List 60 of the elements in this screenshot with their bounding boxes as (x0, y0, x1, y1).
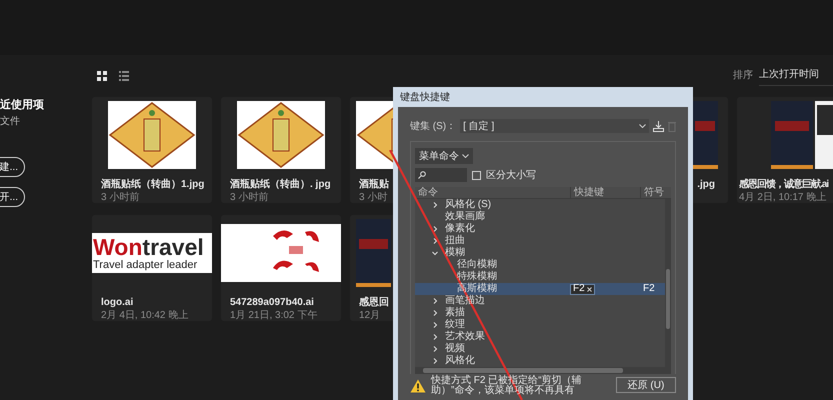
command-row[interactable]: 风格化 (S) (415, 199, 665, 211)
shortcut-field[interactable]: F2 (570, 284, 595, 294)
grid-view-icon[interactable] (97, 71, 107, 81)
poster-thumbnail (356, 219, 391, 287)
chevron-down-icon (462, 154, 469, 158)
vertical-scrollbar[interactable] (665, 199, 671, 367)
list-view-icon[interactable] (119, 71, 129, 81)
file-date: 4月 2日, 10:17 晚上 (739, 191, 826, 203)
sort-label: 排序 (733, 68, 753, 82)
command-row[interactable]: 素描 (415, 307, 665, 319)
warning-icon (410, 379, 426, 393)
command-row[interactable]: 径向模糊 (415, 259, 665, 271)
sidebar-heading: 近使用项 (0, 98, 44, 112)
command-row[interactable]: 风格化 (415, 355, 665, 367)
clear-icon[interactable] (586, 286, 592, 292)
search-icon (418, 171, 426, 179)
file-date: 3 小时前 (230, 191, 268, 203)
file-date: 3 小时 (359, 191, 388, 203)
dialog-title: 键盘快捷键 (399, 90, 451, 104)
search-field[interactable] (415, 168, 467, 182)
keyset-label: 键集 (S)： (410, 120, 456, 134)
sort-dropdown[interactable]: 上次打开时间 (759, 64, 833, 86)
keyset-dropdown[interactable]: [ 自定 ] (460, 119, 649, 133)
undo-button[interactable]: 还原 (U) (616, 377, 676, 393)
file-name: 感恩回馈，诚意巨献.ai (739, 178, 828, 191)
column-header: 快捷键 (570, 187, 640, 198)
download-icon[interactable] (653, 120, 664, 132)
sidebar-subheading: 文件 (0, 115, 20, 129)
command-row[interactable]: 艺术效果 (415, 331, 665, 343)
sidebar-button[interactable]: 开... (0, 187, 25, 207)
command-row[interactable]: 扭曲 (415, 235, 665, 247)
poster-thumbnail (692, 101, 718, 169)
symbol-text: F2 (642, 283, 655, 295)
chevron-right-icon[interactable] (432, 202, 438, 208)
file-date: 2月 4日, 10:42 晚上 (101, 309, 188, 321)
command-row[interactable]: 视频 (415, 343, 665, 355)
file-name: 酒瓶贴纸（转曲）1.jpg (101, 178, 204, 191)
command-row[interactable]: 效果画廊 (415, 211, 665, 223)
file-name: .jpg (697, 178, 715, 191)
command-row[interactable]: 像素化 (415, 223, 665, 235)
chevron-down-icon[interactable] (432, 250, 438, 256)
file-name: 感恩回 (359, 296, 389, 309)
horizontal-scrollbar[interactable] (415, 367, 671, 374)
command-row[interactable]: 纹理 (415, 319, 665, 331)
file-name: 酒瓶贴纸（转曲）. jpg (230, 178, 331, 191)
file-name: 547289a097b40.ai (230, 296, 314, 309)
file-date: 1月 21日, 3:02 下午 (230, 309, 318, 321)
column-header: 命令 (417, 187, 439, 198)
logo-wordmark: Wontravel (93, 234, 205, 258)
checkbox-label: 区分大小写 (486, 168, 536, 182)
mode-dropdown[interactable]: 菜单命令 (415, 148, 473, 164)
file-date: 3 小时前 (101, 191, 140, 203)
command-row[interactable]: 模糊 (415, 247, 665, 259)
logo-tagline: Travel adapter leader (93, 258, 198, 272)
checkbox[interactable] (472, 170, 481, 180)
file-date: 12月 (359, 309, 380, 321)
file-name: logo.ai (101, 296, 134, 309)
file-name: 酒瓶贴 (359, 178, 389, 191)
column-header: 符号 (640, 187, 665, 198)
chevron-down-icon (639, 124, 646, 128)
